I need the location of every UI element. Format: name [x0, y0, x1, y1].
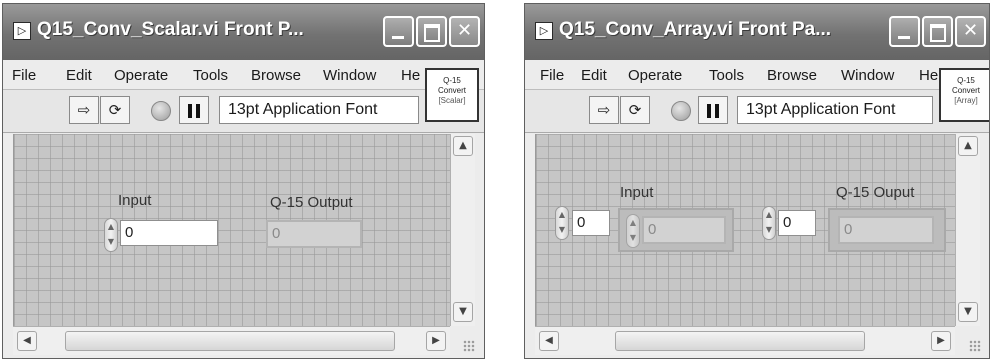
input-array-frame: ▲ ▼ 0 [618, 208, 734, 252]
scroll-down-icon[interactable]: ▼ [453, 302, 473, 322]
vi-icon-line-1: Q-15 [957, 76, 975, 85]
input-label: Input [118, 192, 152, 209]
array-vi-window: ▷ Q15_Conv_Array.vi Front Pa... ✕ File E… [524, 3, 990, 359]
close-icon[interactable]: ✕ [449, 16, 480, 47]
menu-file[interactable]: File [540, 67, 564, 84]
vi-title-icon[interactable]: ▷ [13, 22, 31, 40]
window-title: Q15_Conv_Scalar.vi Front P... [37, 19, 304, 40]
menu-edit[interactable]: Edit [66, 67, 92, 84]
pause-icon[interactable] [698, 96, 728, 124]
abort-stop-icon[interactable] [666, 96, 696, 124]
menu-tools[interactable]: Tools [709, 67, 744, 84]
scalar-vi-window: ▷ Q15_Conv_Scalar.vi Front P... ✕ File E… [2, 3, 485, 359]
front-panel-canvas[interactable]: Input ▲ ▼ 0 ▲ ▼ 0 Q-15 Ouput ▲ ▼ 0 0 [535, 134, 956, 326]
horizontal-scroll-thumb[interactable] [65, 331, 395, 351]
output-index-increment-decrement[interactable]: ▲ ▼ [762, 206, 776, 240]
menu-tools[interactable]: Tools [193, 67, 228, 84]
vertical-scrollbar[interactable]: ▲ ▼ [450, 134, 475, 326]
title-bar[interactable]: ▷ Q15_Conv_Array.vi Front Pa... ✕ [525, 4, 989, 60]
menu-browse[interactable]: Browse [251, 67, 301, 84]
menu-operate[interactable]: Operate [628, 67, 682, 84]
input-array-label: Input [620, 184, 654, 201]
input-array-index[interactable]: 0 [572, 210, 610, 236]
scroll-up-icon[interactable]: ▲ [958, 136, 978, 156]
output-array-index[interactable]: 0 [778, 210, 816, 236]
vi-icon-line-3: [Array] [954, 96, 978, 105]
menu-window[interactable]: Window [323, 67, 376, 84]
menu-help[interactable]: He [401, 67, 420, 84]
window-title: Q15_Conv_Array.vi Front Pa... [559, 19, 832, 40]
menu-operate[interactable]: Operate [114, 67, 168, 84]
horizontal-scrollbar[interactable]: ◀ ▶ [535, 326, 955, 355]
vi-icon-line-2: Convert [951, 86, 980, 95]
run-arrow-icon[interactable]: ⇨ [69, 96, 99, 124]
input-increment-decrement[interactable]: ▲ ▼ [104, 218, 118, 252]
vi-connector-icon[interactable]: Q-15 Convert [Scalar] [425, 68, 479, 122]
pause-icon[interactable] [179, 96, 209, 124]
run-continuous-icon[interactable]: ⟳ [620, 96, 650, 124]
close-icon[interactable]: ✕ [955, 16, 986, 47]
menu-file[interactable]: File [12, 67, 36, 84]
input-numeric-control[interactable]: 0 [120, 220, 218, 246]
scroll-down-icon[interactable]: ▼ [958, 302, 978, 322]
menu-browse[interactable]: Browse [767, 67, 817, 84]
output-array-frame: 0 [828, 208, 946, 252]
run-continuous-icon[interactable]: ⟳ [100, 96, 130, 124]
vi-connector-icon[interactable]: Q-15 Convert [Array] [939, 68, 989, 122]
front-panel-canvas[interactable]: Input ▲ ▼ 0 Q-15 Output 0 [13, 134, 451, 326]
maximize-icon[interactable] [922, 16, 953, 47]
resize-grip-icon[interactable] [969, 340, 981, 352]
menu-bar: File Edit Operate Tools Browse Window He [3, 60, 484, 90]
input-element-increment-decrement[interactable]: ▲ ▼ [626, 214, 640, 248]
scroll-left-icon[interactable]: ◀ [17, 331, 37, 351]
menu-bar: File Edit Operate Tools Browse Window He [525, 60, 989, 90]
horizontal-scrollbar[interactable]: ◀ ▶ [13, 326, 450, 355]
minimize-icon[interactable] [383, 16, 414, 47]
menu-help[interactable]: He [919, 67, 938, 84]
vi-icon-line-2: Convert [437, 86, 466, 95]
vi-title-icon[interactable]: ▷ [535, 22, 553, 40]
scroll-right-icon[interactable]: ▶ [931, 331, 951, 351]
input-index-increment-decrement[interactable]: ▲ ▼ [555, 206, 569, 240]
maximize-icon[interactable] [416, 16, 447, 47]
vi-icon-line-3: [Scalar] [438, 96, 466, 105]
horizontal-scroll-thumb[interactable] [615, 331, 865, 351]
output-label: Q-15 Output [270, 194, 353, 211]
abort-stop-icon[interactable] [146, 96, 176, 124]
vertical-scrollbar[interactable]: ▲ ▼ [955, 134, 980, 326]
font-selector[interactable]: 13pt Application Font [737, 96, 933, 124]
vi-icon-line-1: Q-15 [443, 76, 461, 85]
input-array-element[interactable]: 0 [642, 216, 726, 244]
menu-edit[interactable]: Edit [581, 67, 607, 84]
toolbar: ⇨ ⟳ 13pt Application Font [3, 90, 484, 133]
output-numeric-indicator: 0 [266, 220, 362, 248]
toolbar: ⇨ ⟳ 13pt Application Font [525, 90, 989, 133]
menu-window[interactable]: Window [841, 67, 894, 84]
font-selector[interactable]: 13pt Application Font [219, 96, 419, 124]
run-arrow-icon[interactable]: ⇨ [589, 96, 619, 124]
resize-grip-icon[interactable] [463, 340, 475, 352]
output-array-element: 0 [838, 216, 934, 244]
scroll-up-icon[interactable]: ▲ [453, 136, 473, 156]
scroll-left-icon[interactable]: ◀ [539, 331, 559, 351]
output-array-label: Q-15 Ouput [836, 184, 915, 201]
scroll-right-icon[interactable]: ▶ [426, 331, 446, 351]
minimize-icon[interactable] [889, 16, 920, 47]
title-bar[interactable]: ▷ Q15_Conv_Scalar.vi Front P... ✕ [3, 4, 484, 60]
